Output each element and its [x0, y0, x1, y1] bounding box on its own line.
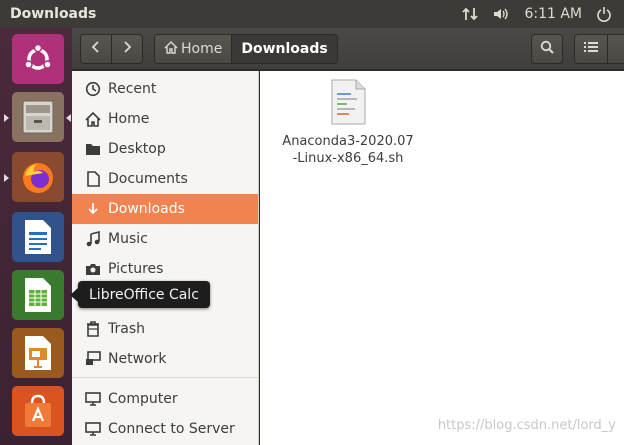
list-view-button[interactable] [574, 34, 608, 64]
breadcrumb-home-label: Home [181, 41, 223, 57]
sidebar-item-label: Connect to Server [108, 421, 235, 437]
running-indicator [4, 174, 9, 182]
view-options-button[interactable] [607, 34, 624, 64]
firefox-icon[interactable] [12, 152, 64, 202]
camera-icon [72, 262, 108, 276]
sidebar-item-label: Desktop [108, 141, 166, 157]
launcher-tooltip: LibreOffice Calc [70, 281, 210, 308]
trash-icon [72, 321, 108, 337]
libreoffice-impress-icon[interactable] [12, 328, 64, 378]
system-tray: 6:11 AM [462, 6, 624, 22]
top-panel: Downloads 6:11 AM [0, 0, 624, 28]
network-icon [72, 351, 108, 367]
sidebar-item-documents[interactable]: Documents [72, 164, 258, 194]
clock-label[interactable]: 6:11 AM [524, 6, 582, 22]
focus-indicator [66, 114, 71, 122]
sidebar-item-desktop[interactable]: Desktop [72, 134, 258, 164]
home-icon [72, 111, 108, 127]
breadcrumb-home[interactable]: Home [155, 35, 232, 63]
search-button[interactable] [531, 34, 563, 64]
sidebar-separator [72, 377, 258, 378]
back-arrow-icon [90, 40, 102, 58]
sidebar-item-label: Music [108, 231, 148, 247]
software-center-icon[interactable] [12, 386, 64, 436]
window-title: Downloads [10, 6, 97, 22]
watermark-text: https://blog.csdn.net/lord_y [437, 418, 616, 433]
libreoffice-calc-icon[interactable] [12, 270, 64, 320]
forward-button[interactable] [111, 34, 143, 64]
shell-script-icon [328, 79, 368, 129]
back-button[interactable] [80, 34, 112, 64]
music-note-icon [72, 231, 108, 247]
file-view[interactable]: Anaconda3-2020.07-Linux-x86_64.sh [260, 71, 624, 445]
sidebar-item-computer[interactable]: Computer [72, 384, 258, 414]
sidebar-item-network[interactable]: Network [72, 344, 258, 374]
launcher [0, 28, 72, 445]
sidebar-item-connect-to-server[interactable]: Connect to Server [72, 414, 258, 444]
power-icon[interactable] [596, 6, 612, 22]
file-item[interactable]: Anaconda3-2020.07-Linux-x86_64.sh [280, 79, 416, 167]
folder-icon [72, 142, 108, 156]
breadcrumb: Home Downloads [154, 34, 338, 64]
sidebar-item-label: Trash [108, 321, 145, 337]
header-bar: Home Downloads [72, 28, 624, 70]
sidebar-item-trash[interactable]: Trash [72, 314, 258, 344]
sidebar-item-downloads[interactable]: Downloads [72, 194, 258, 224]
libreoffice-writer-icon[interactable] [12, 212, 64, 262]
search-icon [540, 40, 554, 58]
sidebar-item-label: Pictures [108, 261, 164, 277]
document-icon [72, 171, 108, 187]
sidebar-item-recent[interactable]: Recent [72, 74, 258, 104]
volume-icon[interactable] [492, 6, 510, 22]
breadcrumb-downloads[interactable]: Downloads [231, 35, 337, 63]
places-sidebar: Recent Home Desktop Documents Downloads … [72, 71, 259, 445]
forward-arrow-icon [121, 40, 133, 58]
network-arrows-icon[interactable] [462, 6, 479, 22]
file-name: Anaconda3-2020.07-Linux-x86_64.sh [282, 134, 414, 166]
ubuntu-logo-icon[interactable] [12, 34, 64, 84]
sidebar-item-label: Computer [108, 391, 178, 407]
download-arrow-icon [72, 201, 108, 217]
sidebar-item-pictures[interactable]: Pictures [72, 254, 258, 284]
sidebar-item-label: Network [108, 351, 167, 367]
server-icon [72, 421, 108, 437]
home-icon [164, 40, 178, 58]
sidebar-item-label: Documents [108, 171, 188, 187]
sidebar-item-home[interactable]: Home [72, 104, 258, 134]
sidebar-item-music[interactable]: Music [72, 224, 258, 254]
sidebar-item-label: Downloads [108, 201, 185, 217]
clock-icon [72, 81, 108, 97]
files-app-icon[interactable] [12, 92, 64, 142]
sidebar-item-label: Home [108, 111, 150, 127]
computer-icon [72, 391, 108, 407]
running-indicator [4, 114, 9, 122]
sidebar-item-label: Recent [108, 81, 157, 97]
list-view-icon [584, 41, 598, 57]
